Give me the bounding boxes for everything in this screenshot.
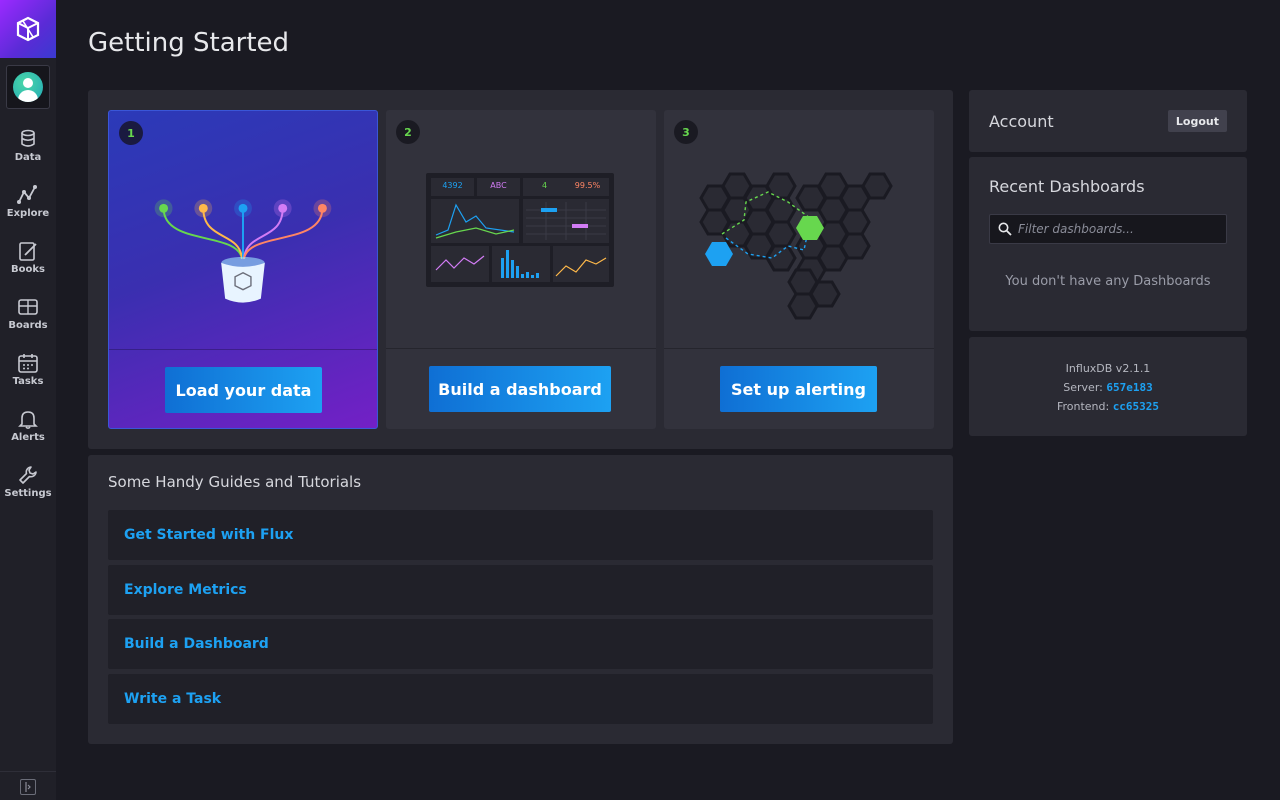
- dashboard-grid-icon: [18, 299, 38, 315]
- stat-value: 99.5%: [574, 181, 601, 190]
- cuboid-logo-icon: [16, 16, 40, 42]
- data-sources-bucket-illustration: [154, 199, 332, 303]
- sidebar-item-settings[interactable]: Settings: [0, 458, 56, 514]
- guides-title: Some Handy Guides and Tutorials: [108, 473, 362, 491]
- dashboard-illustration: 4392 ABC 4 99.5%: [386, 150, 656, 340]
- search-icon: [998, 222, 1012, 236]
- database-icon: [21, 129, 35, 147]
- frontend-version-row: Frontend: cc65325: [969, 397, 1247, 416]
- getting-started-panel: 1 Load your data 2 4392 ABC 4 99.5% Buil…: [88, 90, 953, 449]
- build-dashboard-card[interactable]: 2 4392 ABC 4 99.5% Build a dashboard: [386, 110, 656, 429]
- sidebar-item-label: Tasks: [12, 376, 44, 387]
- recent-dashboards-title: Recent Dashboards: [989, 177, 1145, 196]
- server-version-row: Server: 657e183: [969, 378, 1247, 397]
- frontend-hash: cc65325: [1112, 400, 1160, 413]
- frontend-label: Frontend:: [1056, 400, 1110, 413]
- sidebar-item-label: Explore: [6, 208, 50, 219]
- user-avatar-button[interactable]: [6, 65, 50, 109]
- filter-dashboards-input[interactable]: [1018, 222, 1218, 236]
- bar-chart-graphic: [501, 250, 539, 278]
- page-title: Getting Started: [88, 28, 290, 58]
- sidebar-item-label: Data: [14, 152, 42, 163]
- account-panel: Account Logout: [969, 90, 1247, 152]
- step-number: 2: [396, 120, 420, 144]
- sidebar-item-explore[interactable]: Explore: [0, 178, 56, 234]
- account-title: Account: [989, 112, 1054, 131]
- guide-link-flux[interactable]: Get Started with Flux: [108, 510, 933, 560]
- graph-line-icon: [17, 185, 37, 204]
- guide-link-build-dashboard[interactable]: Build a Dashboard: [108, 619, 933, 669]
- step-number: 3: [674, 120, 698, 144]
- empty-dashboards-message: You don't have any Dashboards: [1005, 274, 1211, 289]
- dashboard-preview-graphic: [426, 173, 614, 287]
- build-a-dashboard-button[interactable]: Build a dashboard: [429, 366, 611, 412]
- notebook-pencil-icon: [19, 242, 37, 261]
- load-data-card[interactable]: 1 Load your data: [108, 110, 378, 429]
- sidebar-divider: [0, 771, 56, 772]
- logout-button[interactable]: Logout: [1167, 110, 1227, 132]
- sidebar-item-alerts[interactable]: Alerts: [0, 402, 56, 458]
- stat-value: 4: [541, 181, 548, 190]
- sidebar-item-boards[interactable]: Boards: [0, 290, 56, 346]
- bell-icon: [18, 411, 38, 430]
- product-version: InfluxDB v2.1.1: [1065, 362, 1151, 375]
- set-up-alerting-button[interactable]: Set up alerting: [720, 366, 877, 412]
- server-hash: 657e183: [1106, 381, 1153, 394]
- sidebar-item-label: Books: [11, 264, 45, 275]
- version-info: InfluxDB v2.1.1 Server: 657e183 Frontend…: [969, 359, 1247, 416]
- sidebar-item-label: Boards: [8, 320, 48, 331]
- wrench-icon: [19, 466, 37, 484]
- step-number: 1: [119, 121, 143, 145]
- stat-value: ABC: [490, 181, 507, 190]
- sidebar: Data Explore Books Boards Tasks Alerts S…: [0, 0, 56, 800]
- sidebar-item-tasks[interactable]: Tasks: [0, 346, 56, 402]
- expand-sidebar-button[interactable]: [20, 779, 36, 795]
- hexagon-network-illustration: [699, 172, 893, 320]
- calendar-icon: [18, 354, 38, 373]
- sidebar-item-books[interactable]: Books: [0, 234, 56, 290]
- avatar: [13, 72, 43, 102]
- expand-arrow-icon: [25, 782, 31, 792]
- guide-link-explore-metrics[interactable]: Explore Metrics: [108, 565, 933, 615]
- set-up-alerting-card[interactable]: 3 Set up alerting: [664, 110, 934, 429]
- filter-dashboards-field[interactable]: [989, 214, 1227, 244]
- server-label: Server:: [1063, 381, 1103, 394]
- sidebar-item-label: Alerts: [11, 432, 45, 443]
- stat-value: 4392: [442, 181, 463, 190]
- guide-link-write-task[interactable]: Write a Task: [108, 674, 933, 724]
- version-info-panel: InfluxDB v2.1.1 Server: 657e183 Frontend…: [969, 337, 1247, 436]
- guides-panel: Some Handy Guides and Tutorials Get Star…: [88, 455, 953, 744]
- influxdb-logo[interactable]: [0, 0, 56, 58]
- load-your-data-button[interactable]: Load your data: [165, 367, 322, 413]
- sidebar-item-label: Settings: [4, 488, 52, 499]
- sidebar-item-data[interactable]: Data: [0, 122, 56, 178]
- recent-dashboards-panel: Recent Dashboards You don't have any Das…: [969, 157, 1247, 331]
